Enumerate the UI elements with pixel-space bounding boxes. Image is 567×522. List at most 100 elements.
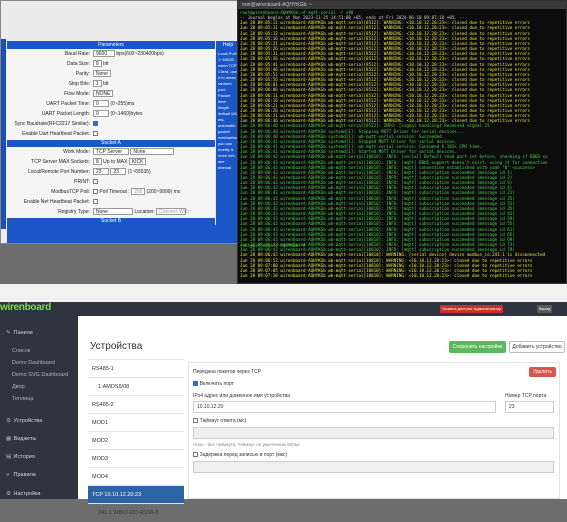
uart-heartbeat-checkbox[interactable] xyxy=(93,131,98,137)
device-list-item[interactable]: 241:1 WBIO-DO-R10A-8 xyxy=(88,503,184,521)
net-heartbeat-checkbox[interactable] xyxy=(93,199,98,205)
uart-packet-time-hint: (0~255)ms xyxy=(110,101,135,107)
device-list-item[interactable]: RS485-2 xyxy=(88,395,184,413)
uart-packet-time-input[interactable]: 0 xyxy=(93,100,109,108)
modbus-poll-row: ModbusTCP Poll: Poll Timeout : 200 (200~… xyxy=(7,188,215,197)
max-sockets-select[interactable]: 8 xyxy=(93,158,102,166)
sidebar-item[interactable]: Demo SVG Dashboard xyxy=(12,372,68,378)
data-size-row: Data Size: 8 bit xyxy=(7,60,215,69)
sidebar-item[interactable]: ⚙ Настройки xyxy=(6,491,41,497)
data-size-label: Data Size: xyxy=(66,61,90,67)
nav-icon: ▦ xyxy=(6,436,12,442)
socket-a-section: Socket A xyxy=(7,140,215,147)
write-delay-input[interactable] xyxy=(193,461,554,473)
uart-heartbeat-row: Enable Uart Heartbeat Packet: xyxy=(7,130,215,139)
device-list-item[interactable]: MOD2 xyxy=(88,431,184,449)
delete-button[interactable]: Удалить xyxy=(529,367,556,377)
sidebar-item[interactable]: ⚙ Устройства xyxy=(6,418,42,424)
sidebar-item[interactable]: ✎ Панели xyxy=(6,330,33,336)
add-device-button[interactable]: Добавить устройство xyxy=(509,341,565,353)
save-settings-button[interactable]: Сохранить настройки xyxy=(449,341,506,353)
sidebar-item-label: Виджеты xyxy=(13,436,37,442)
work-mode-secondary-select[interactable]: None xyxy=(130,148,175,156)
stop-bits-label: Stop Bits: xyxy=(68,81,90,87)
terminal-title: root@wirenboard-AQHYKGb: ~ xyxy=(238,1,566,9)
flow-mode-select[interactable]: NONE xyxy=(93,90,114,98)
work-mode-select[interactable]: TCP Server xyxy=(93,148,129,156)
logout-button[interactable]: Выход xyxy=(537,305,553,313)
net-heartbeat-label: Enable Net Heartbeat Packet: xyxy=(23,199,90,205)
socket-b-section: Socket B xyxy=(7,218,215,225)
terminal-prompt[interactable]: root@wirenboard-AQHYKGb:~# xyxy=(240,243,308,248)
stop-bits-select[interactable]: 1 xyxy=(93,80,102,88)
parity-select[interactable]: None xyxy=(93,70,111,78)
stop-bits-unit: bit xyxy=(103,81,109,87)
remote-port-input[interactable]: 23 xyxy=(110,168,127,176)
sync-baudrate-checkbox[interactable] xyxy=(93,121,98,127)
print-label: PRINT: xyxy=(74,179,90,185)
config-footer xyxy=(7,225,240,243)
sidebar-item[interactable]: Demo Dashboard xyxy=(12,360,55,366)
uart-heartbeat-label: Enable Uart Heartbeat Packet: xyxy=(22,131,90,137)
sidebar-item[interactable]: ▤ История xyxy=(6,454,35,460)
enable-port-checkbox[interactable] xyxy=(193,381,198,386)
sidebar-item-label: Правила xyxy=(13,472,36,478)
sidebar-item[interactable]: ▦ Виджеты xyxy=(6,436,37,442)
sidebar-item-label: Двор xyxy=(12,384,25,390)
parity-label: Parity: xyxy=(75,71,90,77)
nav-icon: ▤ xyxy=(6,454,12,460)
terminal-output: root@wirenboard-AQHYKGb:~# mqtt-serial -… xyxy=(240,10,566,278)
print-row: PRINT: xyxy=(7,178,215,187)
terminal-line: Jun 28 09:06:53 wirenboard-AQHYKGb wb-mq… xyxy=(240,257,533,263)
tcp-port-input[interactable]: 23 xyxy=(505,401,554,413)
device-list-item[interactable]: MOD4 xyxy=(88,467,184,485)
max-sockets-action-select[interactable]: KICK xyxy=(128,158,147,166)
registry-select[interactable]: None xyxy=(93,208,133,216)
sidebar-item[interactable]: Список xyxy=(12,348,30,354)
baud-rate-input[interactable]: 9600 xyxy=(93,50,115,58)
sidebar-item-label: Demo SVG Dashboard xyxy=(12,372,69,378)
device-list-item[interactable]: MOD3 xyxy=(88,449,184,467)
nav-icon: ≡ xyxy=(6,472,10,478)
nav-icon: ✎ xyxy=(6,330,11,336)
ip-input[interactable]: 10.10.12.20 xyxy=(193,401,496,413)
uart-packet-length-hint: (0~1460)bytes xyxy=(110,111,143,117)
timeout-input[interactable] xyxy=(193,427,554,439)
sidebar-item[interactable]: Двор xyxy=(12,384,25,390)
data-size-select[interactable]: 8 xyxy=(93,60,102,68)
device-list-item[interactable]: 1:AMDS6/08 xyxy=(88,377,184,395)
stop-bits-row: Stop Bits: 1 bit xyxy=(7,80,215,89)
device-list-item[interactable]: RS485-1 xyxy=(88,359,184,377)
data-size-unit: bit xyxy=(103,61,109,67)
terminal-line: Jun 28 09:06:43 wirenboard-AQHYKGb wb-mq… xyxy=(240,154,548,160)
nav-icon: ⚙ xyxy=(6,418,11,424)
print-checkbox[interactable] xyxy=(93,179,98,185)
uart-packet-length-row: UART Packet Length: 0 (0~1460)bytes xyxy=(7,110,215,119)
sidebar-item[interactable]: ≡ Правила xyxy=(6,472,36,478)
serial-config-window: Parameters Help Local Port: 1~65535, whe… xyxy=(0,0,240,244)
sidebar-item[interactable]: Теплица xyxy=(12,396,34,402)
terminal-window[interactable]: root@wirenboard-AQHYKGb: ~ root@wirenboa… xyxy=(237,0,567,284)
work-mode-row: Work Mode: TCP Server None xyxy=(7,148,215,157)
poll-timeout-input[interactable]: 200 xyxy=(131,188,146,196)
terminal-line: Jun 28 09:05:41 wirenboard-AQHYKGb wb-mq… xyxy=(240,61,530,67)
device-list-item[interactable]: MOD1 xyxy=(88,413,184,431)
config-left-nav xyxy=(1,39,6,229)
location-select[interactable]: Connect With xyxy=(156,208,189,216)
device-list-item[interactable]: TCP 10.10.12.20:23 xyxy=(88,485,184,503)
terminal-line: Jun 28 09:06:43 wirenboard-AQHYKGb wb-mq… xyxy=(240,252,546,258)
work-mode-label: Work Mode: xyxy=(63,149,90,155)
max-sockets-label: TCP Server MAX Sockets: xyxy=(31,159,90,165)
ip-label: IPv4 адрес или доменное имя устройства xyxy=(193,393,290,399)
timeout-checkbox[interactable] xyxy=(193,418,198,423)
sidebar-item-label: Настройки xyxy=(13,491,41,497)
baud-rate-label: Baud Rate: xyxy=(64,51,90,57)
write-delay-label: Задержка перед записью в порт (мкс) xyxy=(199,452,288,459)
access-level-badge[interactable]: Уровень доступа: Администратор xyxy=(440,305,504,313)
uart-packet-length-input[interactable]: 0 xyxy=(93,110,109,118)
write-delay-checkbox[interactable] xyxy=(193,452,198,457)
local-port-input[interactable]: 23 xyxy=(93,168,109,176)
modbus-poll-checkbox[interactable] xyxy=(93,189,98,195)
config-header: Parameters xyxy=(7,41,215,49)
nav-icon: ⚙ xyxy=(6,491,11,497)
